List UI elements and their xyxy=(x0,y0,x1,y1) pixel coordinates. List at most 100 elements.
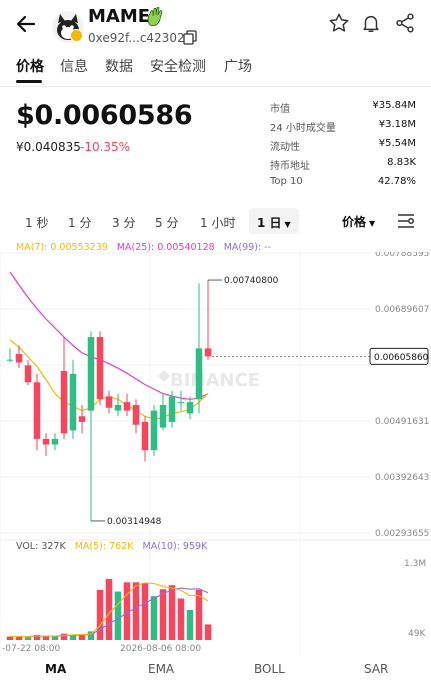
contract-address: 0xe92f...c42302 xyxy=(88,31,185,45)
volume-bar xyxy=(6,636,14,640)
candle-body xyxy=(132,404,140,425)
volume-bar xyxy=(186,610,194,640)
stat-label: 市值 xyxy=(270,104,290,115)
candle-body xyxy=(204,348,212,357)
stat-top10: Top 10 42.78% xyxy=(270,176,416,194)
chart-settings-icon[interactable] xyxy=(397,213,415,229)
price-type-label: 价格 xyxy=(342,215,367,229)
low-price-label: 0.00314948 xyxy=(107,517,162,527)
caret-down-icon: ▼ xyxy=(284,220,291,229)
current-price: $0.0060586 xyxy=(16,100,193,131)
tab-data[interactable]: 数据 xyxy=(105,56,133,76)
price-change: -10.35% xyxy=(80,140,131,154)
volume-bar xyxy=(177,598,185,640)
current-price-label: 0.00605860 xyxy=(374,353,429,363)
volume-bar xyxy=(168,585,176,640)
volume-bar xyxy=(15,636,23,640)
candle-body xyxy=(168,396,176,422)
interval-1h[interactable]: 1 小时 xyxy=(200,214,235,231)
volume-bar xyxy=(60,633,68,640)
stat-label: Top 10 xyxy=(270,176,303,187)
bell-icon[interactable] xyxy=(360,12,382,34)
copy-icon[interactable] xyxy=(183,30,197,45)
y-axis-tick-label: 0.00689607 xyxy=(375,305,429,315)
back-arrow-icon[interactable] xyxy=(14,12,38,36)
share-icon[interactable] xyxy=(394,12,416,34)
price-type-dropdown[interactable]: 价格 ▼ xyxy=(342,213,375,230)
vol-ma10-legend: MA(10): 959K xyxy=(142,541,208,552)
candle-body xyxy=(33,382,41,439)
tab-ma[interactable]: MA xyxy=(45,662,66,676)
volume-bar xyxy=(204,624,212,640)
candle-body xyxy=(24,365,32,383)
caret-down-icon: ▼ xyxy=(369,219,376,228)
tab-price[interactable]: 价格 xyxy=(16,56,44,76)
x-axis-tick-label: -07-22 08:00 xyxy=(2,644,60,654)
watermark: BINANCE xyxy=(170,370,260,391)
stat-value: ¥3.18M xyxy=(378,119,416,130)
interval-1d[interactable]: 1 日 ▼ xyxy=(257,214,291,231)
candle-body xyxy=(51,438,59,445)
token-name: MAME xyxy=(88,6,151,27)
volume-bar xyxy=(78,635,86,640)
stat-label: 持币地址 xyxy=(270,161,310,172)
y-axis-tick-label: 0.00293655 xyxy=(375,529,429,539)
candle-body xyxy=(15,354,23,363)
stat-holders: 持币地址 8.83K xyxy=(270,157,416,175)
volume-bar xyxy=(159,589,167,640)
y-axis-tick-label: 0.00788595 xyxy=(375,252,429,259)
stat-value: 42.78% xyxy=(377,176,416,187)
candle-body xyxy=(150,410,158,451)
candle-body xyxy=(186,402,194,414)
vol-ma5-legend: MA(5): 762K xyxy=(74,541,134,552)
interval-1s[interactable]: 1 秒 xyxy=(25,214,48,231)
x-axis-tick-label: 2026-08-06 08:00 xyxy=(120,644,201,654)
wave-emoji-icon xyxy=(146,6,164,27)
volume-bar xyxy=(114,591,122,640)
high-price-label: 0.00740800 xyxy=(224,276,279,286)
volume-legend: VOL: 327K MA(5): 762K MA(10): 959K xyxy=(16,541,207,552)
stat-label: 流动性 xyxy=(270,142,300,153)
candle-body xyxy=(6,359,14,361)
price-cny: ¥0.040835 xyxy=(16,140,81,154)
star-icon[interactable] xyxy=(328,12,350,34)
volume-bar xyxy=(105,578,113,640)
candle-body xyxy=(123,402,131,411)
volume-bar xyxy=(96,589,104,640)
tab-boll[interactable]: BOLL xyxy=(254,662,285,676)
active-tab-indicator xyxy=(16,80,42,83)
candle-body xyxy=(141,421,149,451)
tab-security[interactable]: 安全检测 xyxy=(150,56,206,76)
y-axis-tick-label: 0.00491631 xyxy=(375,417,429,427)
candle-body xyxy=(96,337,104,400)
tab-info[interactable]: 信息 xyxy=(60,56,88,76)
stat-liquidity: 流动性 ¥5.54M xyxy=(270,138,416,156)
candle-body xyxy=(105,396,113,408)
interval-1m[interactable]: 1 分 xyxy=(68,214,91,231)
interval-3m[interactable]: 3 分 xyxy=(112,214,135,231)
binance-logo-icon xyxy=(158,370,170,382)
tab-ema[interactable]: EMA xyxy=(148,662,174,676)
y-axis-tick-label: 0.00392643 xyxy=(375,473,429,483)
candlestick-chart[interactable]: 0.00788595 0.00689607 0.00491631 0.00392643… xyxy=(0,252,431,656)
chain-badge-icon xyxy=(70,29,83,42)
stat-24h-volume: 24 小时成交量 ¥3.18M xyxy=(270,119,416,137)
stat-label: 24 小时成交量 xyxy=(270,123,336,134)
tab-square[interactable]: 广场 xyxy=(224,56,252,76)
candle-body xyxy=(177,402,185,404)
candle-body xyxy=(195,348,203,400)
interval-5m[interactable]: 5 分 xyxy=(155,214,178,231)
volume-bar xyxy=(150,596,158,640)
vol-legend: VOL: 327K xyxy=(16,541,66,552)
stat-value: ¥5.54M xyxy=(378,138,416,149)
tab-sar[interactable]: SAR xyxy=(364,662,388,676)
candle-body xyxy=(159,404,167,428)
volume-axis-bottom-label: 49K xyxy=(408,629,426,639)
stat-value: ¥35.84M xyxy=(372,100,416,111)
stat-market-cap: 市值 ¥35.84M xyxy=(270,100,416,118)
candle-body xyxy=(42,438,50,445)
candle-body xyxy=(69,373,77,431)
candle-body xyxy=(114,404,122,411)
stat-value: 8.83K xyxy=(387,157,416,168)
volume-bar xyxy=(141,582,149,640)
